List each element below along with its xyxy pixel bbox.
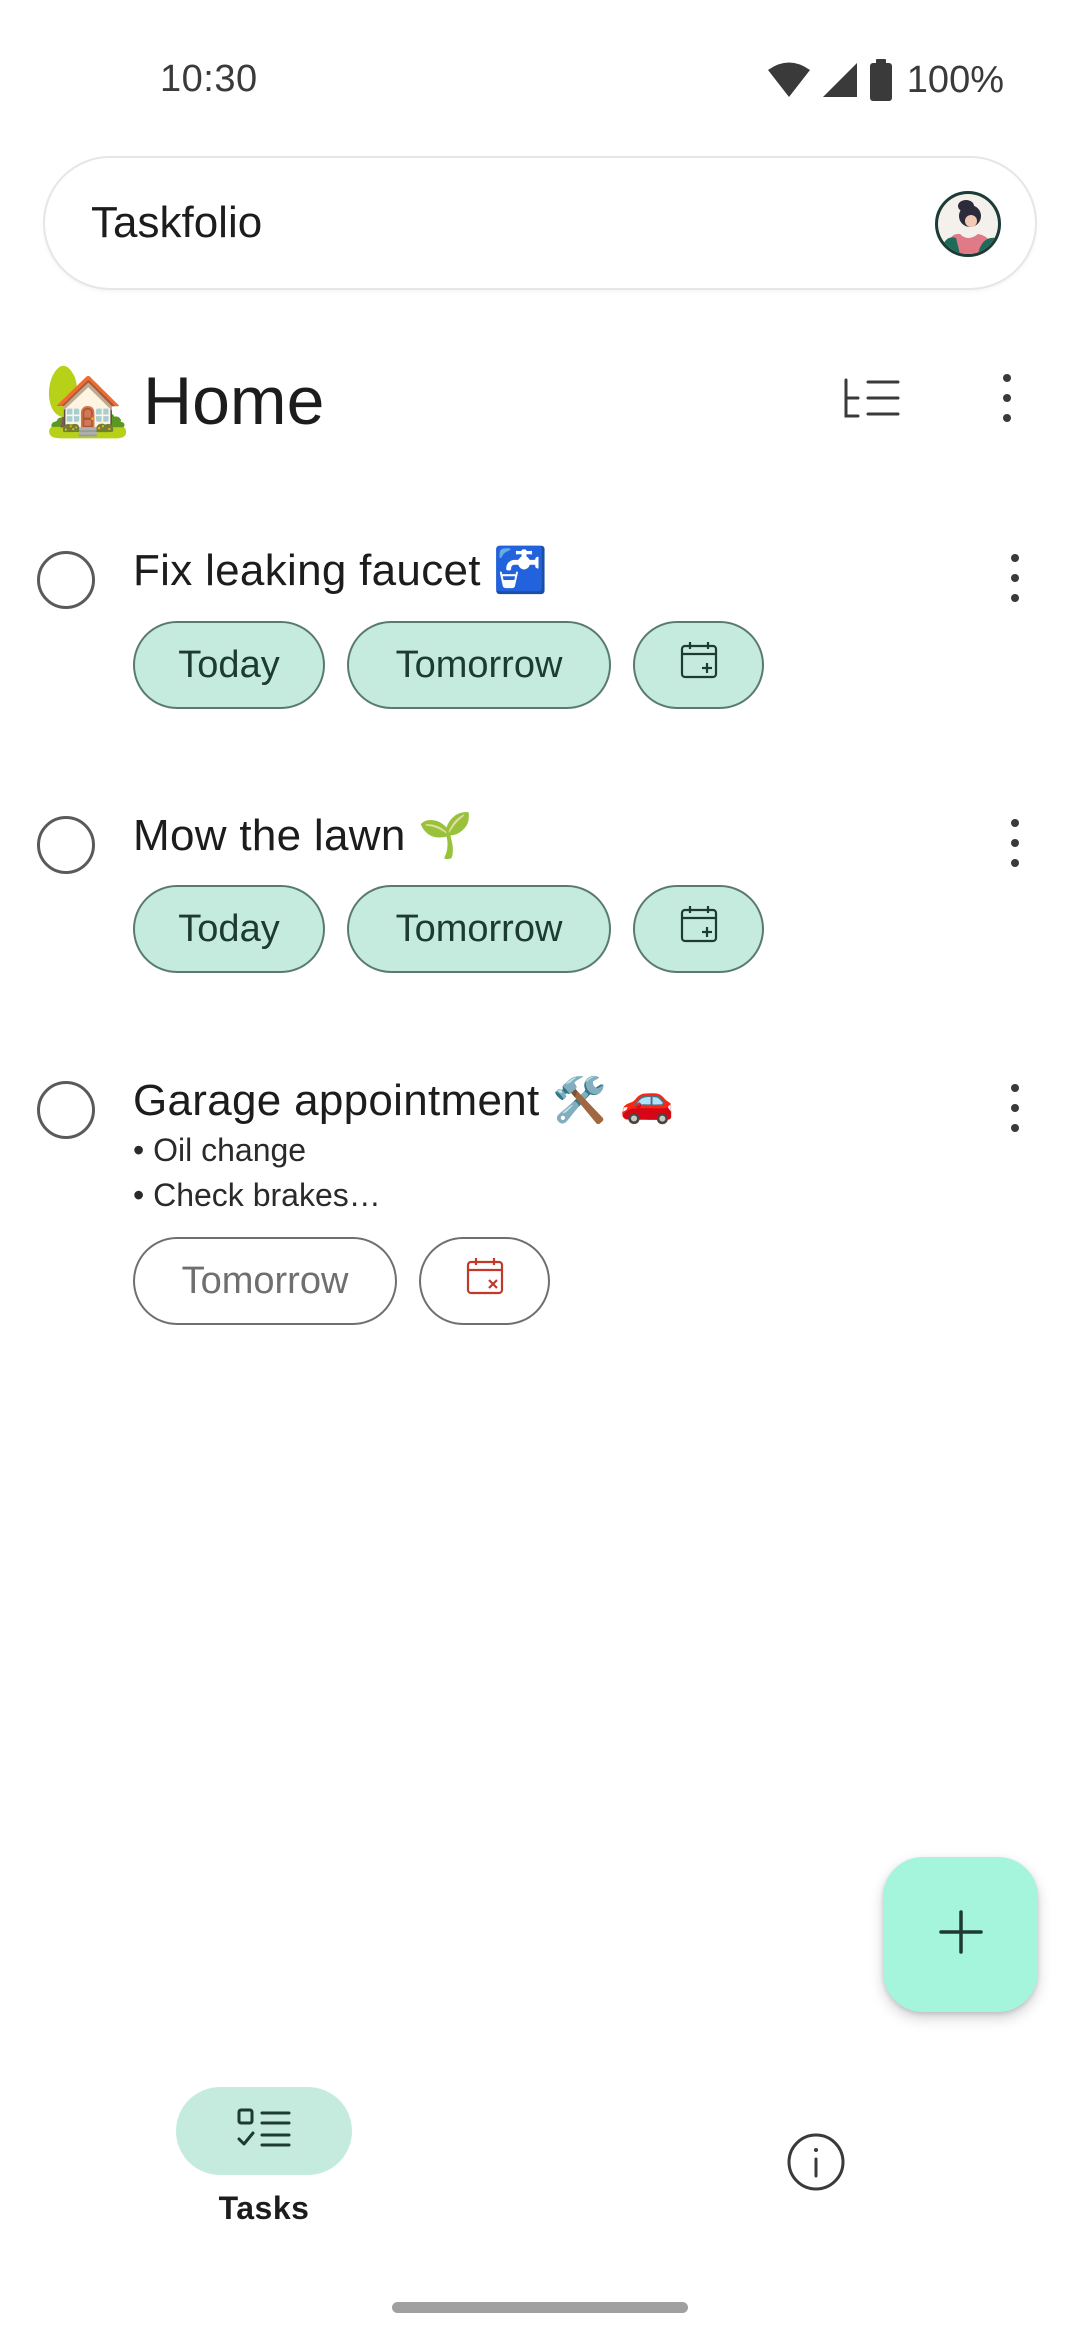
checklist-icon — [236, 2107, 292, 2156]
task-title: Fix leaking faucet 🚰 — [133, 546, 549, 595]
battery-icon — [869, 59, 893, 101]
sort-icon — [842, 376, 902, 425]
task-checkbox[interactable] — [37, 551, 95, 609]
chip-pick-date[interactable] — [633, 621, 764, 709]
home-indicator[interactable] — [392, 2302, 688, 2313]
list-header: 🏡 Home — [0, 340, 1080, 460]
calendar-add-icon — [679, 640, 719, 690]
task-item[interactable]: Fix leaking faucet 🚰 Today Tomorrow — [0, 530, 1080, 730]
sort-button[interactable] — [832, 360, 912, 440]
chip-clear-date[interactable] — [419, 1237, 550, 1325]
chip-today[interactable]: Today — [133, 885, 325, 973]
task-title: Garage appointment 🛠️ 🚗 — [133, 1076, 675, 1125]
add-task-button[interactable] — [883, 1857, 1038, 2012]
more-vert-icon — [1010, 818, 1020, 873]
nav-tasks-label: Tasks — [218, 2190, 310, 2226]
task-more-button[interactable] — [990, 545, 1040, 615]
chip-pick-date[interactable] — [633, 885, 764, 973]
app-title: Taskfolio — [91, 198, 263, 247]
chip-today[interactable]: Today — [133, 621, 325, 709]
task-item[interactable]: Mow the lawn 🌱 Today Tomorrow — [0, 795, 1080, 995]
task-note: • Oil change • Check brakes… — [133, 1128, 381, 1218]
info-icon — [786, 2132, 846, 2197]
task-title: Mow the lawn 🌱 — [133, 811, 474, 860]
task-more-button[interactable] — [990, 810, 1040, 880]
screen: 10:30 100% Taskfolio 🏡 Home Fix leaking … — [0, 0, 1080, 2340]
status-icons: 100% — [767, 58, 1004, 102]
chip-tomorrow[interactable]: Tomorrow — [347, 885, 611, 973]
more-vert-icon — [1010, 1083, 1020, 1138]
status-bar: 10:30 100% — [0, 0, 1080, 160]
task-note-line: • Check brakes… — [133, 1177, 381, 1213]
calendar-add-icon — [679, 904, 719, 954]
app-search-bar[interactable]: Taskfolio — [43, 156, 1037, 290]
task-date-chips: Today Tomorrow — [133, 885, 764, 973]
battery-percent: 100% — [906, 58, 1004, 101]
calendar-remove-icon — [465, 1256, 505, 1306]
signal-icon — [821, 61, 859, 99]
wifi-icon — [767, 61, 811, 99]
status-time: 10:30 — [160, 58, 258, 100]
avatar[interactable] — [935, 191, 1001, 257]
nav-tasks-button[interactable] — [176, 2087, 352, 2175]
task-checkbox[interactable] — [37, 1081, 95, 1139]
list-emoji: 🏡 — [44, 361, 132, 439]
plus-icon — [938, 1909, 984, 1960]
list-title: Home — [143, 363, 325, 439]
task-item[interactable]: Garage appointment 🛠️ 🚗 • Oil change • C… — [0, 1060, 1080, 1330]
task-more-button[interactable] — [990, 1075, 1040, 1145]
more-vert-icon — [1010, 553, 1020, 608]
task-date-chips: Today Tomorrow — [133, 621, 764, 709]
info-button[interactable] — [784, 2132, 848, 2196]
bottom-navigation: Tasks — [0, 2060, 1080, 2260]
list-more-button[interactable] — [967, 360, 1047, 440]
chip-tomorrow[interactable]: Tomorrow — [347, 621, 611, 709]
more-vert-icon — [1002, 373, 1012, 428]
chip-tomorrow[interactable]: Tomorrow — [133, 1237, 397, 1325]
task-note-line: • Oil change — [133, 1132, 307, 1168]
task-date-chips: Tomorrow — [133, 1237, 550, 1325]
task-checkbox[interactable] — [37, 816, 95, 874]
